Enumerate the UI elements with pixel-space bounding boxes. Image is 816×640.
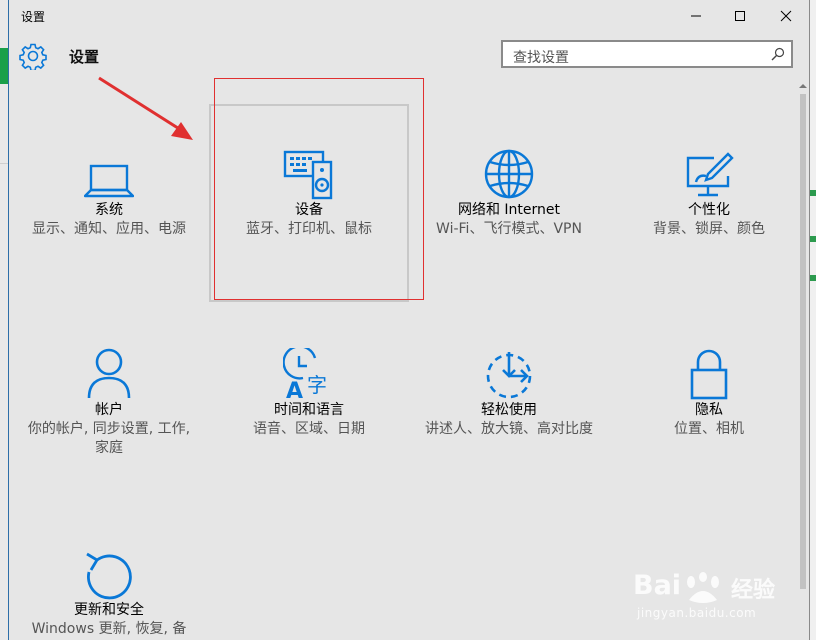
lock-icon — [690, 349, 728, 400]
svg-text:A: A — [286, 379, 303, 400]
ease-of-access-icon — [486, 352, 532, 399]
tile-name: 隐私 — [695, 402, 723, 418]
watermark: Bai 经验 jingyan.baidu.com — [631, 570, 801, 630]
watermark-brand: Bai — [633, 570, 682, 601]
tile-name: 更新和安全 — [74, 602, 144, 618]
tile-personalization[interactable]: 个性化 背景、锁屏、颜色 — [609, 140, 809, 239]
tile-network[interactable]: 网络和 Internet Wi-Fi、飞行模式、VPN — [409, 140, 609, 239]
tile-desc: 显示、通知、应用、电源 — [32, 221, 186, 237]
tile-time-language[interactable]: A 字 时间和语言 语音、区域、日期 — [209, 340, 409, 439]
tile-ease-of-access[interactable]: 轻松使用 讲述人、放大镜、高对比度 — [409, 340, 609, 439]
maximize-button[interactable] — [717, 0, 763, 32]
tile-name: 个性化 — [688, 202, 730, 218]
tile-accounts[interactable]: 帐户 你的帐户, 同步设置, 工作, 家庭 — [9, 340, 209, 458]
tile-desc: Wi-Fi、飞行模式、VPN — [436, 221, 582, 237]
tile-name: 网络和 Internet — [457, 202, 561, 218]
title-bar[interactable]: 设置 — [9, 0, 809, 32]
page-title: 设置 — [69, 48, 100, 66]
tile-desc: 背景、锁屏、颜色 — [653, 221, 765, 237]
laptop-icon — [84, 164, 134, 198]
person-icon — [87, 348, 131, 399]
tile-update-security[interactable]: 更新和安全 Windows 更新, 恢复, 备份 — [9, 540, 209, 640]
tile-name: 轻松使用 — [481, 402, 537, 418]
watermark-url: jingyan.baidu.com — [637, 606, 757, 620]
scroll-up-icon[interactable] — [799, 82, 807, 90]
window-title: 设置 — [21, 10, 46, 24]
tile-desc: 位置、相机 — [674, 421, 744, 437]
svg-text:字: 字 — [307, 373, 327, 397]
tile-name: 帐户 — [95, 402, 123, 418]
minimize-icon — [691, 15, 701, 17]
search-input[interactable]: 查找设置 — [501, 40, 793, 68]
paw-icon — [687, 572, 719, 603]
tile-name: 系统 — [95, 202, 123, 218]
globe-icon — [484, 149, 534, 199]
tile-desc: Windows 更新, 恢复, 备份 — [31, 621, 187, 637]
close-button[interactable] — [763, 0, 809, 32]
personalization-icon — [686, 152, 734, 197]
search-icon[interactable] — [771, 47, 785, 61]
minimize-button[interactable] — [673, 0, 719, 32]
maximize-icon — [735, 11, 745, 21]
tile-privacy[interactable]: 隐私 位置、相机 — [609, 340, 809, 439]
close-icon — [780, 10, 792, 22]
search-placeholder: 查找设置 — [513, 50, 569, 66]
annotation-red-box — [214, 78, 424, 300]
time-language-icon: A 字 — [283, 348, 327, 400]
gear-icon — [19, 43, 47, 70]
settings-window: 设置 设置 查找设置 系统 显示、通知、应用、电源 设备 蓝牙、打印机、鼠标 网… — [8, 0, 810, 640]
tile-desc: 讲述人、放大镜、高对比度 — [425, 421, 593, 437]
tile-system[interactable]: 系统 显示、通知、应用、电源 — [9, 140, 209, 239]
tile-name: 时间和语言 — [274, 402, 344, 418]
tile-desc: 你的帐户, 同步设置, 工作, 家庭 — [27, 421, 191, 456]
annotation-arrow-icon — [98, 76, 193, 140]
update-icon — [86, 552, 132, 600]
watermark-suffix: 经验 — [731, 578, 776, 603]
tile-desc: 语音、区域、日期 — [253, 421, 365, 437]
